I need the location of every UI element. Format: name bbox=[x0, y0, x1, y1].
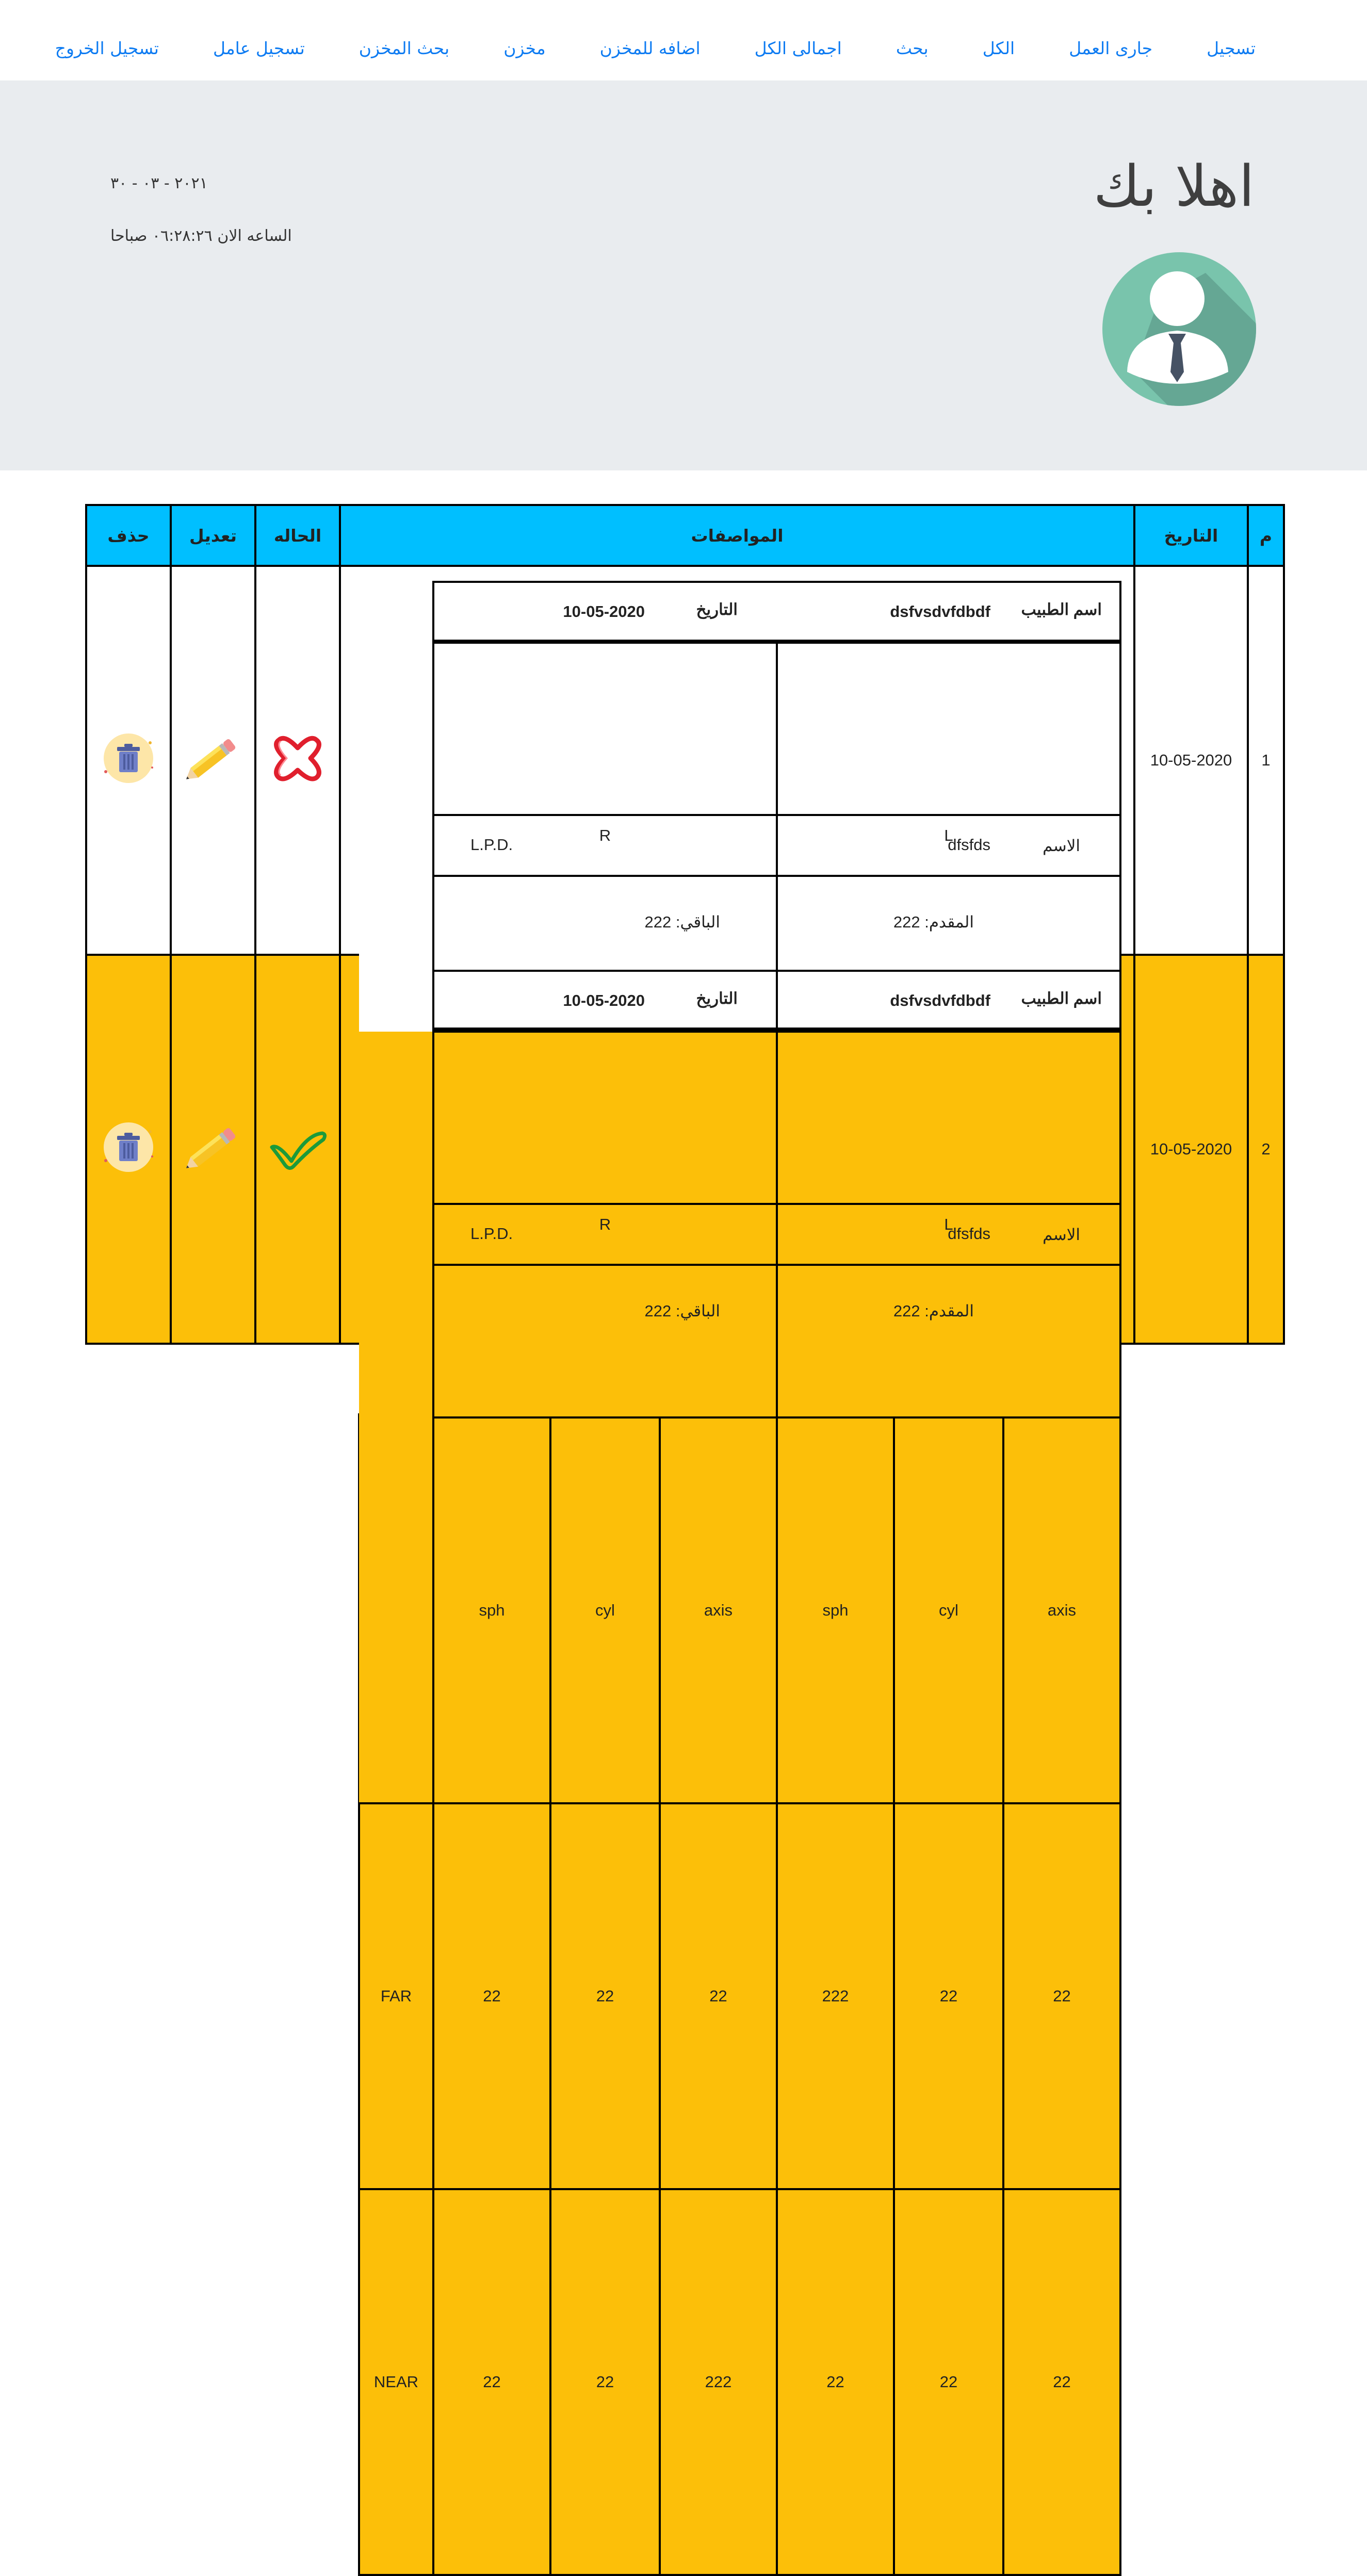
nav-in-progress[interactable]: جارى العمل bbox=[1069, 38, 1152, 58]
prescription-block: اسم الطبيب dsfvsdvfdbdf التاريخ 10-05-20… bbox=[341, 956, 1133, 2576]
row-index: 2 bbox=[1247, 954, 1285, 1345]
nav-logout[interactable]: تسجيل الخروج bbox=[55, 38, 159, 58]
row-date: 10-05-2020 bbox=[1133, 565, 1249, 956]
lpd-label: L.P.D. bbox=[470, 1225, 513, 1243]
green-check-icon bbox=[270, 1131, 327, 1170]
far-l-axis: 22 bbox=[1002, 1802, 1121, 2190]
nav-stock[interactable]: مخزن bbox=[503, 38, 545, 58]
advance-payment: المقدم: 222 bbox=[893, 913, 974, 931]
name-label: الاسم bbox=[1043, 837, 1080, 855]
page-title: اهلا بك bbox=[1093, 153, 1255, 219]
doctor-label: اسم الطبيب bbox=[1021, 989, 1102, 1007]
nav-register-worker[interactable]: تسجيل عامل bbox=[213, 38, 305, 58]
prescription-header: اسم الطبيب dsfvsdvfdbdf التاريخ 10-05-20… bbox=[432, 970, 1121, 1031]
nav-total[interactable]: اجمالى الكل bbox=[755, 38, 842, 58]
name-value: dfsfds bbox=[948, 1225, 990, 1243]
prescription-block: اسم الطبيب dsfvsdvfdbdf التاريخ 10-05-20… bbox=[341, 567, 1133, 2187]
lpd-label: L.P.D. bbox=[470, 836, 513, 854]
status-cell bbox=[254, 565, 341, 956]
row-index: 1 bbox=[1247, 565, 1285, 956]
near-r-cyl: 22 bbox=[549, 2188, 661, 2576]
doctor-value: dsfvsdvfdbdf bbox=[890, 602, 990, 621]
row-specs: اسم الطبيب dsfvsdvfdbdf التاريخ 10-05-20… bbox=[339, 565, 1135, 2187]
delete-cell bbox=[85, 565, 172, 956]
pencil-icon[interactable] bbox=[182, 727, 244, 789]
near-r-sph: 22 bbox=[432, 2188, 551, 2576]
table-header-row: م التاريخ المواصفات الحاله تعديل حذف bbox=[85, 504, 1285, 567]
col-axis: axis bbox=[1002, 1416, 1121, 1804]
col-axis: axis bbox=[659, 1416, 778, 1804]
far-r-axis: 22 bbox=[659, 1802, 778, 2190]
remaining-payment: الباقي: 222 bbox=[644, 913, 720, 931]
table-row: 1 10-05-2020 اسم الطبيب dsfvsdvfdbdf الت… bbox=[85, 565, 1285, 2187]
near-r-axis: 222 bbox=[659, 2188, 778, 2576]
prescription-header: اسم الطبيب dsfvsdvfdbdf التاريخ 10-05-20… bbox=[432, 581, 1121, 642]
row-specs: اسم الطبيب dsfvsdvfdbdf التاريخ 10-05-20… bbox=[339, 954, 1135, 2576]
trash-can-icon[interactable] bbox=[97, 1116, 159, 1178]
header-date: التاريخ bbox=[1133, 504, 1249, 567]
spec-date-label: التاريخ bbox=[696, 600, 738, 618]
top-nav: تسجيل جارى العمل الكل بحث اجمالى الكل اض… bbox=[0, 0, 1367, 80]
current-date: ٢٠٢١ - ٠٣ - ٣٠ bbox=[110, 174, 208, 192]
near-l-sph: 22 bbox=[776, 2188, 895, 2576]
nav-all[interactable]: الكل bbox=[983, 38, 1015, 58]
spec-date-value: 10-05-2020 bbox=[563, 991, 645, 1009]
current-time: الساعه الان ٠٦:٢٨:٢٦ صباحا bbox=[110, 227, 292, 245]
nav-register[interactable]: تسجيل bbox=[1207, 38, 1256, 58]
far-l-sph: 222 bbox=[776, 1802, 895, 2190]
welcome-jumbotron: اهلا بك ٢٠٢١ - ٠٣ - ٣٠ الساعه الان ٠٦:٢٨… bbox=[0, 80, 1367, 470]
delete-cell bbox=[85, 954, 172, 1345]
col-sph: sph bbox=[776, 1416, 895, 1804]
pencil-icon[interactable] bbox=[182, 1116, 244, 1178]
col-sph: sph bbox=[432, 1416, 551, 1804]
row-date: 10-05-2020 bbox=[1133, 954, 1249, 1345]
doctor-label: اسم الطبيب bbox=[1021, 600, 1102, 618]
header-index: م bbox=[1247, 504, 1285, 567]
edit-cell bbox=[170, 954, 256, 1345]
header-specs: المواصفات bbox=[339, 504, 1135, 567]
trash-can-icon[interactable] bbox=[97, 727, 159, 789]
near-label: NEAR bbox=[358, 2188, 434, 2576]
col-cyl: cyl bbox=[893, 1416, 1004, 1804]
spec-date-value: 10-05-2020 bbox=[563, 602, 645, 621]
far-label: FAR bbox=[358, 1802, 434, 2190]
header-status: الحاله bbox=[254, 504, 341, 567]
doctor-value: dsfvsdvfdbdf bbox=[890, 991, 990, 1009]
nav-search[interactable]: بحث bbox=[896, 38, 929, 58]
remaining-payment: الباقي: 222 bbox=[644, 1302, 720, 1320]
prescription-footer: الاسم dfsfds L.P.D. bbox=[432, 814, 1121, 877]
nav-search-stock[interactable]: بحث المخزن bbox=[359, 38, 449, 58]
prescription-footer: الاسم dfsfds L.P.D. bbox=[432, 1203, 1121, 1266]
col-cyl: cyl bbox=[549, 1416, 661, 1804]
far-r-sph: 22 bbox=[432, 1802, 551, 2190]
near-l-axis: 22 bbox=[1002, 2188, 1121, 2576]
user-avatar-icon bbox=[1102, 252, 1256, 406]
name-label: الاسم bbox=[1043, 1226, 1080, 1244]
name-value: dfsfds bbox=[948, 836, 990, 854]
orders-table: م التاريخ المواصفات الحاله تعديل حذف 1 1… bbox=[85, 504, 1285, 2576]
far-r-cyl: 22 bbox=[549, 1802, 661, 2190]
spec-date-label: التاريخ bbox=[696, 989, 738, 1007]
advance-payment: المقدم: 222 bbox=[893, 1302, 974, 1320]
far-l-cyl: 22 bbox=[893, 1802, 1004, 2190]
edit-cell bbox=[170, 565, 256, 956]
nav-list: تسجيل جارى العمل الكل بحث اجمالى الكل اض… bbox=[55, 37, 1256, 60]
near-l-cyl: 22 bbox=[893, 2188, 1004, 2576]
nav-add-to-stock[interactable]: اضافه للمخزن bbox=[600, 38, 701, 58]
table-row: 2 10-05-2020 اسم الطبيب dsfvsdvfdbdf الت… bbox=[85, 954, 1285, 2576]
header-edit: تعديل bbox=[170, 504, 256, 567]
red-x-icon bbox=[274, 736, 321, 781]
status-cell bbox=[254, 954, 341, 1345]
header-delete: حذف bbox=[85, 504, 172, 567]
